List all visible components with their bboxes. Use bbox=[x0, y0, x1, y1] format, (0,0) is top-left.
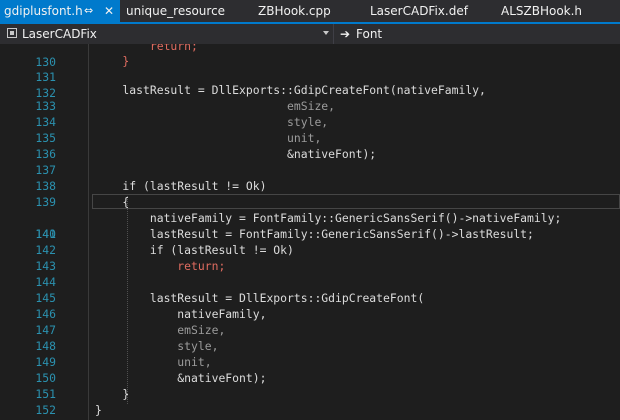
navigation-bar: LaserCADFix ➔ Font bbox=[0, 24, 620, 44]
tab-lasercadfix-def[interactable]: LaserCADFix.def bbox=[370, 0, 468, 22]
code-line: 145 bbox=[0, 274, 620, 305]
project-dropdown[interactable]: LaserCADFix bbox=[0, 24, 334, 44]
code-text: } bbox=[95, 54, 130, 68]
code-text: } bbox=[95, 387, 130, 401]
code-text: emSize, bbox=[95, 323, 226, 337]
code-line: 150 unit, bbox=[0, 354, 620, 385]
chevron-down-icon[interactable] bbox=[323, 31, 329, 35]
code-text: lastResult = DllExports::GdipCreateFont(… bbox=[95, 83, 486, 97]
tab-label: gdiplusfont.h bbox=[4, 4, 83, 18]
code-line: 146 lastResult = DllExports::GdipCreateF… bbox=[0, 290, 620, 321]
code-line: 136 unit, bbox=[0, 130, 620, 161]
code-line: 152 } bbox=[0, 386, 620, 417]
tab-alszbhook-h[interactable]: ALSZBHook.h bbox=[501, 0, 582, 22]
code-text: nativeFamily, bbox=[95, 307, 267, 321]
code-text: if (lastResult != Ok) bbox=[95, 179, 267, 193]
code-line: 134 emSize, bbox=[0, 98, 620, 129]
code-line: 135 style, bbox=[0, 114, 620, 145]
code-editor[interactable]: 130 return; 131 } 132 133 lastResult = D… bbox=[0, 44, 620, 420]
code-line: 149 style, bbox=[0, 338, 620, 369]
code-line: 147 nativeFamily, bbox=[0, 306, 620, 337]
tab-gdiplusfont-h[interactable]: gdiplusfont.h ⇔ ✕ bbox=[0, 0, 120, 22]
code-text: emSize, bbox=[95, 99, 336, 113]
code-line: 138 bbox=[0, 162, 620, 193]
code-line: 144 return; bbox=[0, 258, 620, 289]
tab-label: unique_resource bbox=[126, 4, 226, 18]
project-label: LaserCADFix bbox=[22, 27, 97, 41]
current-code-line: 140 { bbox=[0, 194, 620, 241]
code-line: 137 &nativeFont); bbox=[0, 146, 620, 177]
code-text: if (lastResult != Ok) bbox=[95, 243, 294, 257]
tab-zbhook-cpp[interactable]: ZBHook.cpp bbox=[258, 0, 331, 22]
code-text: return; bbox=[95, 259, 226, 273]
member-dropdown[interactable]: ➔ Font bbox=[334, 24, 620, 44]
code-text: lastResult = DllExports::GdipCreateFont( bbox=[95, 291, 425, 305]
code-line: 141 nativeFamily = FontFamily::GenericSa… bbox=[0, 210, 620, 241]
pin-icon[interactable]: ⇔ bbox=[84, 0, 93, 22]
tab-label: LaserCADFix.def bbox=[370, 4, 468, 18]
code-line: 131 } bbox=[0, 53, 620, 84]
close-icon[interactable]: ✕ bbox=[104, 0, 114, 22]
code-line: 151 &nativeFont); bbox=[0, 370, 620, 401]
tab-unique-resource[interactable]: unique_resource bbox=[126, 0, 225, 22]
code-line: 142 lastResult = FontFamily::GenericSans… bbox=[0, 226, 620, 257]
member-label: Font bbox=[356, 27, 383, 41]
code-line: 133 lastResult = DllExports::GdipCreateF… bbox=[0, 82, 620, 113]
code-text: unit, bbox=[95, 131, 322, 145]
code-text: unit, bbox=[95, 355, 212, 369]
code-line: 148 emSize, bbox=[0, 322, 620, 353]
tab-label: ZBHook.cpp bbox=[258, 4, 331, 18]
code-text: } bbox=[95, 403, 102, 417]
code-text: &nativeFont); bbox=[95, 371, 267, 385]
document-tab-bar: gdiplusfont.h ⇔ ✕ unique_resource ZBHook… bbox=[0, 0, 620, 22]
code-text: &nativeFont); bbox=[95, 147, 377, 161]
code-line: 143 if (lastResult != Ok) bbox=[0, 242, 620, 273]
code-text: { bbox=[95, 195, 130, 209]
code-text: style, bbox=[95, 115, 329, 129]
code-line: 139 if (lastResult != Ok) bbox=[0, 178, 620, 209]
code-text: nativeFamily = FontFamily::GenericSansSe… bbox=[95, 211, 562, 225]
project-icon bbox=[7, 28, 17, 38]
tab-label: ALSZBHook.h bbox=[501, 4, 583, 18]
current-line-highlight bbox=[92, 194, 620, 209]
code-text: lastResult = FontFamily::GenericSansSeri… bbox=[95, 227, 534, 241]
code-line: 153 } bbox=[0, 402, 620, 420]
code-text: style, bbox=[95, 339, 219, 353]
arrow-right-icon: ➔ bbox=[340, 27, 351, 41]
